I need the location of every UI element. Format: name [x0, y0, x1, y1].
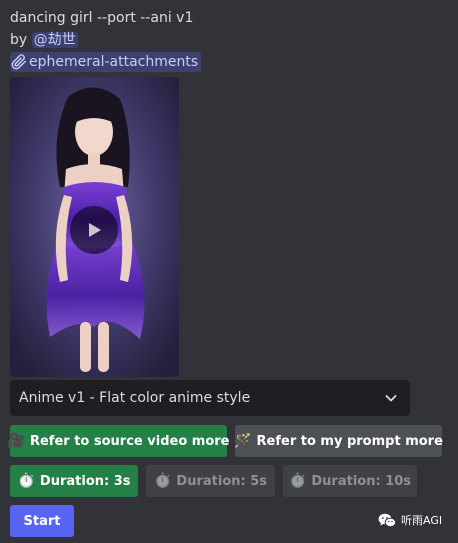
by-label: by — [10, 32, 28, 48]
user-mention[interactable]: @劫世 — [31, 32, 78, 48]
start-label: Start — [23, 513, 61, 529]
prompt-text: dancing girl --port --ani v1 — [10, 10, 194, 26]
play-button[interactable] — [70, 206, 118, 254]
duration-5s-button[interactable]: ⏱️ Duration: 5s — [146, 465, 275, 497]
start-button[interactable]: Start — [10, 505, 74, 537]
duration-5s-label: Duration: 5s — [176, 473, 268, 489]
play-icon — [89, 223, 101, 237]
wechat-icon — [378, 513, 396, 527]
duration-3s-button[interactable]: ⏱️ Duration: 3s — [10, 465, 138, 497]
duration-10s-button[interactable]: ⏱️ Duration: 10s — [283, 465, 417, 497]
watermark: 听雨AGI — [378, 512, 442, 528]
chevron-down-icon — [385, 395, 397, 402]
refer-source-video-button[interactable]: 🎥 Refer to source video more — [7, 425, 230, 457]
attachment-line: ephemeral-attachments — [10, 52, 448, 74]
author-line: by @劫世 — [10, 30, 448, 52]
video-attachment[interactable] — [10, 77, 179, 377]
watermark-text: 听雨AGI — [401, 514, 443, 527]
movie-camera-icon: 🎥 — [7, 433, 25, 449]
message-container: dancing girl --port --ani v1 by @劫世 ephe… — [0, 0, 458, 543]
refer-prompt-label: Refer to my prompt more — [256, 433, 443, 449]
style-select[interactable]: Anime v1 - Flat color anime style — [10, 380, 410, 416]
duration-10s-label: Duration: 10s — [311, 473, 412, 489]
attachment-channel-link[interactable]: ephemeral-attachments — [10, 52, 202, 72]
stopwatch-icon: ⏱️ — [288, 473, 307, 489]
duration-3s-label: Duration: 3s — [39, 473, 131, 489]
stopwatch-icon: ⏱️ — [153, 473, 172, 489]
attachment-channel-name: ephemeral-attachments — [29, 54, 199, 70]
stopwatch-icon: ⏱️ — [17, 473, 35, 489]
paperclip-icon — [11, 54, 26, 70]
style-select-value: Anime v1 - Flat color anime style — [19, 390, 251, 406]
refer-source-video-label: Refer to source video more — [29, 433, 230, 449]
refer-prompt-button[interactable]: 🪄 Refer to my prompt more — [234, 425, 443, 457]
magic-wand-icon: 🪄 — [234, 433, 252, 449]
